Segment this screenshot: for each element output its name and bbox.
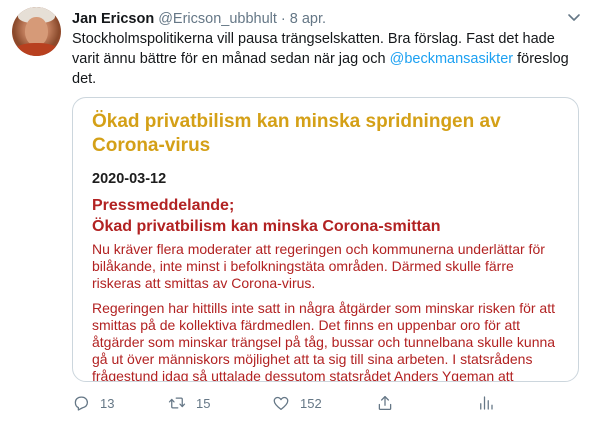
avatar[interactable]	[12, 7, 61, 56]
reply-icon	[74, 396, 89, 411]
retweet-count: 15	[196, 395, 211, 411]
retweet-button[interactable]: 15	[168, 393, 210, 413]
heart-icon	[273, 396, 289, 411]
like-count: 152	[300, 395, 322, 411]
retweet-icon	[168, 397, 186, 409]
tweet-header: Jan Ericson @Ericson_ubbhult · 8 apr.	[72, 9, 326, 29]
tweet-actions: 13 15 152	[72, 393, 502, 413]
tweet[interactable]: Jan Ericson @Ericson_ubbhult · 8 apr. Stock…	[0, 0, 589, 421]
press-release-label: Pressmeddelande;	[92, 197, 235, 214]
analytics-icon	[480, 396, 493, 410]
document-paragraph: Nu kräver flera moderater att regeringen…	[92, 241, 545, 291]
avatar-shirt	[14, 43, 59, 56]
reply-button[interactable]: 13	[72, 393, 114, 413]
document-paragraph: Regeringen har hittills inte satt in någ…	[92, 300, 556, 382]
share-icon	[378, 395, 392, 411]
analytics-button[interactable]	[477, 393, 495, 413]
media-card[interactable]: Ökad privatbilism kan minska spridningen…	[72, 97, 579, 382]
tweet-text: Stockholmspolitikerna vill pausa trängse…	[72, 29, 577, 89]
header-separator: ·	[280, 11, 286, 27]
share-button[interactable]	[376, 393, 394, 413]
document-title: Ökad privatbilism kan minska spridningen…	[92, 111, 501, 156]
like-button[interactable]: 152	[272, 393, 322, 413]
avatar-face	[25, 17, 48, 46]
chevron-down-icon[interactable]	[567, 10, 581, 24]
author-name[interactable]: Jan Ericson	[72, 11, 154, 27]
card-content: Ökad privatbilism kan minska spridningen…	[92, 110, 562, 382]
mention-link[interactable]: @beckmansasikter	[390, 51, 514, 67]
author-handle[interactable]: @Ericson_ubbhult	[158, 11, 277, 27]
document-date: 2020-03-12	[92, 171, 167, 187]
tweet-date[interactable]: 8 apr.	[290, 11, 326, 27]
reply-count: 13	[100, 395, 115, 411]
document-subtitle: Ökad privatbilism kan minska Corona-smit…	[92, 218, 441, 235]
